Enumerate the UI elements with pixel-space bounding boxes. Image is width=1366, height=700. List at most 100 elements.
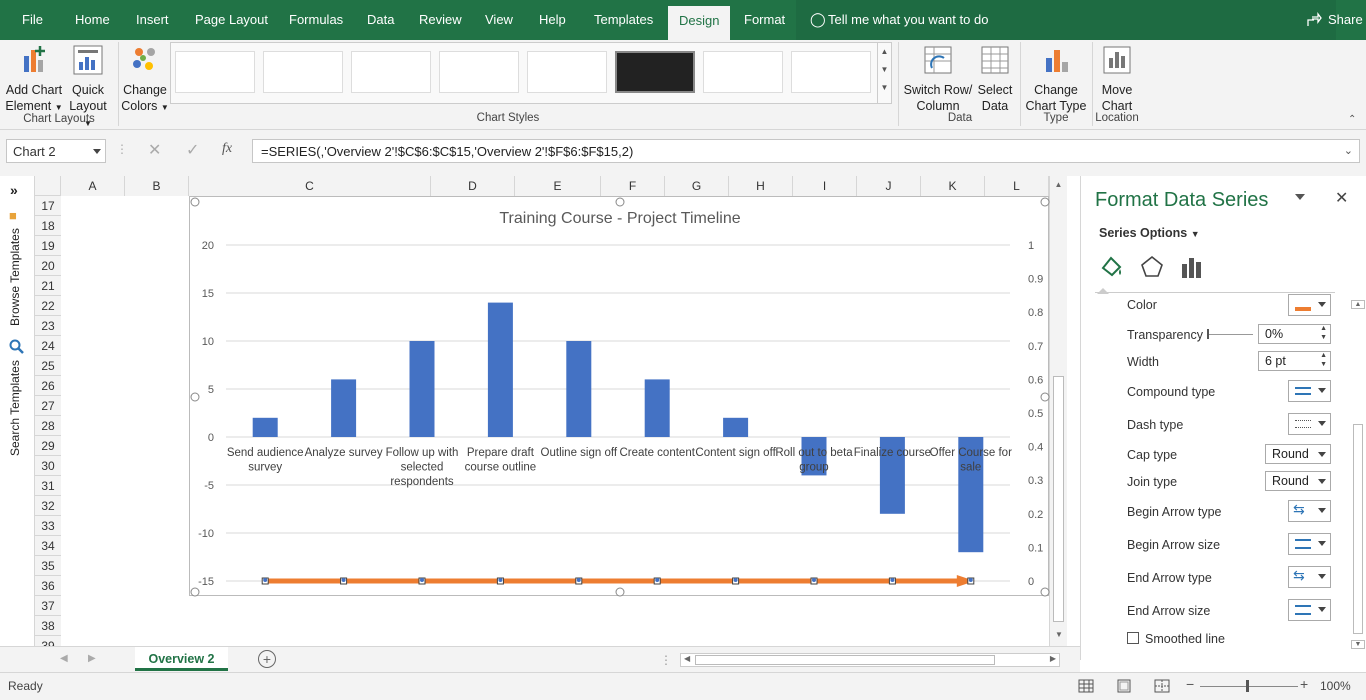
chart-style-8[interactable] (791, 51, 871, 93)
tab-format[interactable]: Format (738, 0, 791, 40)
transparency-slider-thumb[interactable] (1207, 329, 1209, 339)
row-header[interactable]: 17 (35, 196, 61, 216)
column-header[interactable]: B (125, 176, 189, 196)
row-header[interactable]: 33 (35, 516, 61, 536)
change-colors-button[interactable]: Change Colors ▼ (121, 44, 169, 116)
zoom-out-icon[interactable]: − (1186, 676, 1194, 692)
row-header[interactable]: 32 (35, 496, 61, 516)
series-options-chart-icon[interactable] (1179, 254, 1205, 280)
zoom-slider[interactable] (1200, 686, 1298, 687)
column-header[interactable]: D (431, 176, 515, 196)
cancel-icon[interactable]: ✕ (148, 140, 161, 160)
tab-home[interactable]: Home (69, 0, 116, 40)
zoom-slider-thumb[interactable] (1246, 680, 1249, 692)
page-layout-view-icon[interactable] (1116, 679, 1132, 693)
browse-templates-tab[interactable]: Browse Templates (8, 228, 22, 326)
chart-style-5[interactable] (527, 51, 607, 93)
switch-row-column-button[interactable]: Switch Row/ Column (902, 44, 974, 114)
column-header[interactable]: J (857, 176, 921, 196)
transparency-input[interactable]: 0% ▲ ▼ (1258, 324, 1331, 344)
tab-templates[interactable]: Templates (588, 0, 659, 40)
column-header[interactable]: I (793, 176, 857, 196)
add-sheet-icon[interactable]: + (258, 650, 276, 668)
expand-formula-icon[interactable]: ⌄ (1344, 144, 1353, 157)
column-header[interactable]: F (601, 176, 665, 196)
chart-style-2[interactable] (263, 51, 343, 93)
smoothed-line-checkbox[interactable] (1127, 632, 1139, 644)
worksheet-grid[interactable]: A B C D E F G H I J K L 17 18 19 20 21 22 23 24… (35, 176, 1067, 656)
row-header[interactable]: 35 (35, 556, 61, 576)
begin-arrow-type-dropdown[interactable]: ⇆ (1288, 500, 1331, 522)
row-header[interactable]: 26 (35, 376, 61, 396)
chart-style-1[interactable] (175, 51, 255, 93)
row-header[interactable]: 23 (35, 316, 61, 336)
dash-type-dropdown[interactable] (1288, 413, 1331, 435)
row-header[interactable]: 21 (35, 276, 61, 296)
prev-sheet-icon[interactable]: ◀ (60, 653, 68, 664)
fill-line-icon[interactable] (1099, 254, 1125, 280)
chart-area[interactable]: Training Course - Project Timeline 20 15 10… (189, 196, 1050, 597)
pane-options-dropdown-icon[interactable] (1295, 194, 1305, 200)
collapse-ribbon-icon[interactable]: ⌃ (1348, 114, 1356, 125)
column-header[interactable]: E (515, 176, 601, 196)
pane-scroll-thumb[interactable] (1353, 424, 1363, 634)
row-header[interactable]: 22 (35, 296, 61, 316)
column-header[interactable]: A (61, 176, 125, 196)
name-box-dropdown-icon[interactable] (93, 149, 101, 154)
column-header[interactable]: L (985, 176, 1049, 196)
next-sheet-icon[interactable]: ▶ (88, 653, 96, 664)
compound-type-dropdown[interactable] (1288, 380, 1331, 402)
row-header[interactable]: 28 (35, 416, 61, 436)
row-header[interactable]: 18 (35, 216, 61, 236)
tell-me-input[interactable]: Tell me what you want to do (822, 0, 994, 40)
vertical-scrollbar[interactable]: ▲ ▼ (1049, 176, 1067, 646)
gallery-scroll[interactable]: ▲ ▼ ▼ (877, 43, 891, 103)
zoom-in-icon[interactable]: + (1300, 676, 1308, 692)
series-options-dropdown[interactable]: Series Options ▼ (1099, 226, 1200, 240)
horizontal-scrollbar[interactable]: ◀ ▶ (680, 653, 1060, 667)
tab-help[interactable]: Help (533, 0, 572, 40)
end-arrow-size-dropdown[interactable] (1288, 599, 1331, 621)
color-dropdown-icon[interactable] (1318, 302, 1326, 307)
tab-insert[interactable]: Insert (130, 0, 175, 40)
chart-style-3[interactable] (351, 51, 431, 93)
chart-style-6[interactable] (615, 51, 695, 93)
enter-icon[interactable]: ✓ (186, 140, 199, 160)
formula-input[interactable]: =SERIES(,'Overview 2'!$C$6:$C$15,'Overvi… (252, 139, 1360, 163)
change-chart-type-button[interactable]: Change Chart Type (1023, 44, 1089, 114)
row-header[interactable]: 27 (35, 396, 61, 416)
add-chart-element-button[interactable]: Add Chart Element ▼ (4, 44, 64, 116)
horizontal-scroll-thumb[interactable] (695, 655, 995, 665)
normal-view-icon[interactable] (1078, 679, 1094, 693)
color-picker[interactable] (1288, 294, 1331, 316)
row-header[interactable]: 19 (35, 236, 61, 256)
zoom-level[interactable]: 100% (1320, 679, 1351, 693)
effects-pentagon-icon[interactable] (1139, 254, 1165, 280)
expand-sidebar-icon[interactable]: » (10, 182, 18, 198)
row-header[interactable]: 30 (35, 456, 61, 476)
row-header[interactable]: 36 (35, 576, 61, 596)
tab-page-layout[interactable]: Page Layout (189, 0, 274, 40)
column-header[interactable]: C (189, 176, 431, 196)
end-arrow-type-dropdown[interactable]: ⇆ (1288, 566, 1331, 588)
row-header[interactable]: 20 (35, 256, 61, 276)
join-type-dropdown[interactable]: Round (1265, 471, 1331, 491)
tab-file[interactable]: File (16, 0, 49, 40)
sheet-tab-overview-2[interactable]: Overview 2 (135, 647, 228, 671)
page-break-view-icon[interactable] (1154, 679, 1170, 693)
column-header[interactable]: G (665, 176, 729, 196)
select-all-corner[interactable] (35, 176, 61, 196)
chart-style-4[interactable] (439, 51, 519, 93)
tab-split-handle[interactable]: ⋮ (660, 653, 672, 667)
chart-style-7[interactable] (703, 51, 783, 93)
insert-function-icon[interactable]: fx (222, 141, 232, 157)
tab-view[interactable]: View (479, 0, 519, 40)
pane-scrollbar[interactable]: ▲ ▼ (1351, 300, 1365, 656)
transparency-slider[interactable] (1207, 334, 1253, 335)
begin-arrow-size-dropdown[interactable] (1288, 533, 1331, 555)
tab-data[interactable]: Data (361, 0, 400, 40)
cap-type-dropdown[interactable]: Round (1265, 444, 1331, 464)
row-header[interactable]: 31 (35, 476, 61, 496)
column-header[interactable]: K (921, 176, 985, 196)
share-button[interactable]: Share (1322, 0, 1366, 40)
